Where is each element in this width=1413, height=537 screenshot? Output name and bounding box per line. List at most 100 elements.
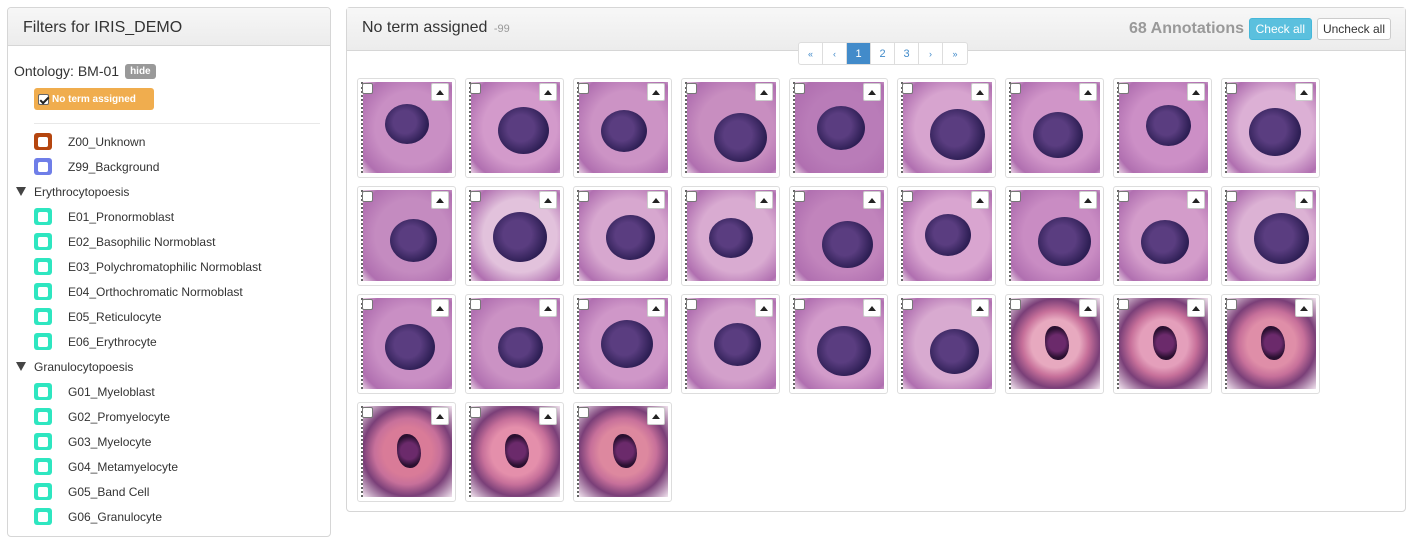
annotation-thumbnail[interactable] [681,294,780,394]
term-filter-item[interactable]: E01_Pronormoblast [8,204,330,229]
expand-button[interactable] [647,407,665,425]
thumbnail-checkbox[interactable] [1118,191,1129,202]
thumbnail-checkbox[interactable] [1010,83,1021,94]
term-checkbox[interactable] [34,283,52,300]
term-filter-item[interactable]: E06_Erythrocyte [8,329,330,354]
thumbnail-checkbox[interactable] [902,191,913,202]
expand-button[interactable] [431,299,449,317]
expand-button[interactable] [863,299,881,317]
thumbnail-checkbox[interactable] [686,299,697,310]
thumbnail-checkbox[interactable] [794,191,805,202]
annotation-thumbnail[interactable] [1221,294,1320,394]
annotation-thumbnail[interactable] [1005,186,1104,286]
expand-button[interactable] [1079,83,1097,101]
annotation-thumbnail[interactable] [357,294,456,394]
term-group[interactable]: Granulocytopoesis [8,354,330,379]
thumbnail-checkbox[interactable] [1226,191,1237,202]
term-checkbox[interactable] [34,208,52,225]
checkbox-checked-icon[interactable] [38,93,49,105]
expand-button[interactable] [863,191,881,209]
thumbnail-checkbox[interactable] [686,191,697,202]
expand-button[interactable] [431,407,449,425]
annotation-thumbnail[interactable] [573,402,672,502]
expand-button[interactable] [647,83,665,101]
thumbnail-checkbox[interactable] [362,191,373,202]
annotation-thumbnail[interactable] [465,294,564,394]
term-filter-item[interactable]: E03_Polychromatophilic Normoblast [8,254,330,279]
expand-button[interactable] [431,83,449,101]
annotation-thumbnail[interactable] [357,186,456,286]
expand-button[interactable] [647,191,665,209]
expand-button[interactable] [1295,191,1313,209]
term-checkbox[interactable] [34,508,52,525]
term-checkbox[interactable] [34,258,52,275]
term-group[interactable]: Erythrocytopoesis [8,179,330,204]
thumbnail-checkbox[interactable] [1118,299,1129,310]
thumbnail-checkbox[interactable] [794,83,805,94]
thumbnail-checkbox[interactable] [794,299,805,310]
annotation-thumbnail[interactable] [1113,186,1212,286]
thumbnail-checkbox[interactable] [1226,299,1237,310]
annotation-thumbnail[interactable] [465,402,564,502]
annotation-thumbnail[interactable] [357,402,456,502]
expand-button[interactable] [539,83,557,101]
thumbnail-checkbox[interactable] [1118,83,1129,94]
thumbnail-checkbox[interactable] [578,191,589,202]
annotation-thumbnail[interactable] [897,78,996,178]
annotation-thumbnail[interactable] [465,78,564,178]
expand-button[interactable] [539,191,557,209]
collapse-triangle-icon[interactable] [16,362,26,371]
term-checkbox[interactable] [34,333,52,350]
thumbnail-checkbox[interactable] [470,407,481,418]
thumbnail-checkbox[interactable] [470,191,481,202]
annotation-thumbnail[interactable] [1005,78,1104,178]
expand-button[interactable] [971,83,989,101]
thumbnail-checkbox[interactable] [1226,83,1237,94]
term-filter-item[interactable]: Z99_Background [8,154,330,179]
uncheck-all-button[interactable]: Uncheck all [1316,18,1391,40]
annotation-thumbnail[interactable] [897,294,996,394]
expand-button[interactable] [539,407,557,425]
annotation-thumbnail[interactable] [681,186,780,286]
thumbnail-checkbox[interactable] [578,83,589,94]
annotation-thumbnail[interactable] [1113,294,1212,394]
annotation-thumbnail[interactable] [1221,78,1320,178]
term-filter-item[interactable]: G02_Promyelocyte [8,404,330,429]
annotation-thumbnail[interactable] [573,294,672,394]
thumbnail-checkbox[interactable] [470,299,481,310]
term-checkbox[interactable] [34,308,52,325]
term-filter-item[interactable]: G01_Myeloblast [8,379,330,404]
term-checkbox[interactable] [34,433,52,450]
expand-button[interactable] [755,299,773,317]
pagination-arrow[interactable]: « [799,43,823,64]
term-filter-item[interactable]: G04_Metamyelocyte [8,454,330,479]
thumbnail-checkbox[interactable] [362,407,373,418]
pagination-arrow[interactable]: » [943,43,967,64]
annotation-thumbnail[interactable] [789,294,888,394]
thumbnail-checkbox[interactable] [578,299,589,310]
expand-button[interactable] [1187,299,1205,317]
thumbnail-checkbox[interactable] [362,299,373,310]
annotation-thumbnail[interactable] [465,186,564,286]
expand-button[interactable] [1079,299,1097,317]
term-checkbox[interactable] [34,483,52,500]
thumbnail-checkbox[interactable] [470,83,481,94]
expand-button[interactable] [431,191,449,209]
pagination-page[interactable]: 1 [847,43,871,64]
term-checkbox[interactable] [34,458,52,475]
expand-button[interactable] [1295,299,1313,317]
annotation-thumbnail[interactable] [573,78,672,178]
pagination-page[interactable]: 2 [871,43,895,64]
expand-button[interactable] [539,299,557,317]
expand-button[interactable] [647,299,665,317]
expand-button[interactable] [1187,83,1205,101]
term-filter-item[interactable]: E05_Reticulocyte [8,304,330,329]
annotation-thumbnail[interactable] [897,186,996,286]
thumbnail-checkbox[interactable] [902,83,913,94]
annotation-thumbnail[interactable] [789,186,888,286]
thumbnail-checkbox[interactable] [1010,299,1021,310]
term-filter-item[interactable]: E04_Orthochromatic Normoblast [8,279,330,304]
annotation-thumbnail[interactable] [1113,78,1212,178]
term-checkbox[interactable] [34,408,52,425]
annotation-thumbnail[interactable] [1221,186,1320,286]
